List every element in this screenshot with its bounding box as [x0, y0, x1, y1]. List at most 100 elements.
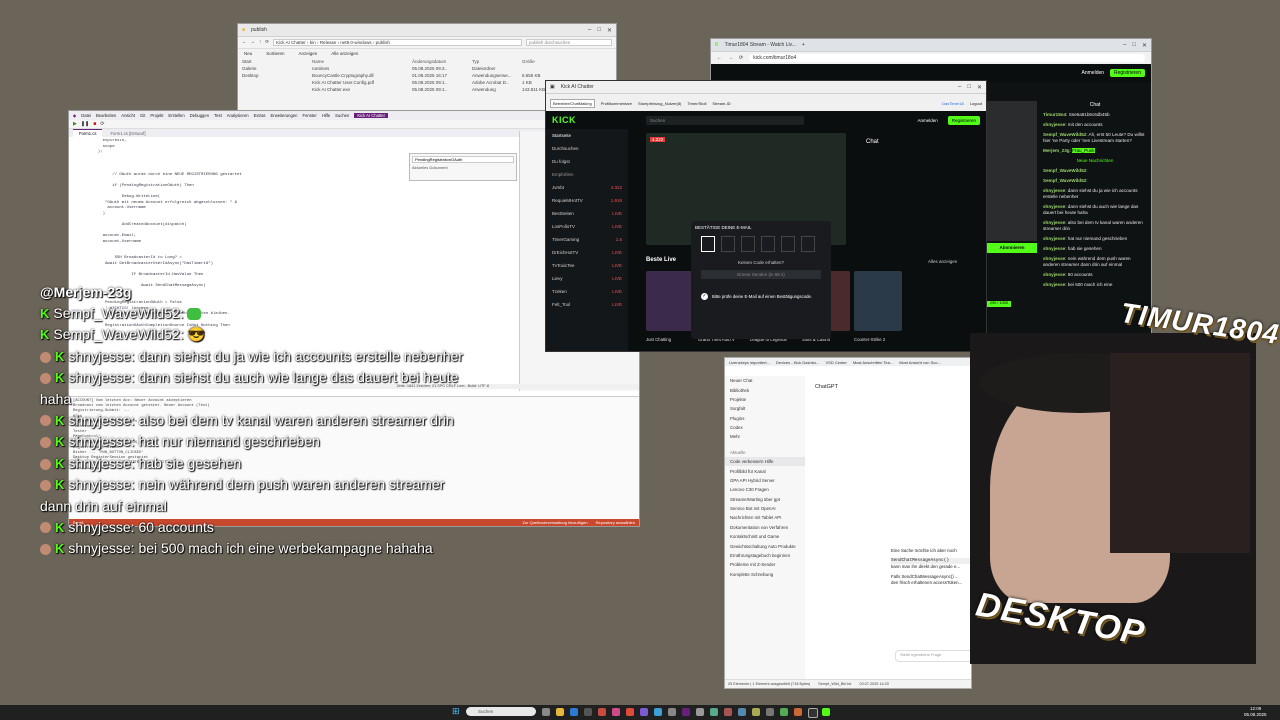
- history-item[interactable]: Ernährungstagebuch beginnen: [725, 551, 805, 560]
- follow-button[interactable]: Abonnieren: [987, 243, 1037, 253]
- history-item[interactable]: Profilbild für Kanal: [725, 466, 805, 475]
- add-source-control-button[interactable]: Zur Quellcodeverwaltung hinzufügen: [522, 520, 587, 525]
- up-icon[interactable]: ↑: [259, 39, 261, 46]
- breadcrumb-item[interactable]: net9.0-windows: [340, 40, 371, 45]
- tab-form1-cs[interactable]: Form1.cs: [73, 129, 103, 137]
- back-icon[interactable]: ←: [242, 39, 247, 46]
- nav-library[interactable]: Bibliothek: [725, 385, 805, 394]
- url-bar[interactable]: kick.com/timur18o4: [749, 54, 1145, 62]
- app-icon[interactable]: [696, 708, 704, 716]
- new-tab-icon[interactable]: +: [802, 42, 805, 48]
- menu-edit[interactable]: Bearbeiten: [96, 113, 116, 118]
- app-icon[interactable]: [780, 708, 788, 716]
- code-digit-input[interactable]: [781, 236, 795, 252]
- logout-button[interactable]: Logout: [970, 101, 982, 106]
- menu-analyze[interactable]: Analysieren: [227, 113, 249, 118]
- close-icon[interactable]: ✕: [1142, 42, 1147, 49]
- bookmark[interactable]: Lizenzkeys importiert...: [729, 360, 770, 365]
- reload-icon[interactable]: ⟳: [739, 55, 743, 61]
- bookmark[interactable]: VSD Center: [825, 360, 846, 365]
- nav-new-chat[interactable]: Neuer Chat: [725, 376, 805, 385]
- sidebar-item-desktop[interactable]: Desktop: [238, 72, 308, 79]
- channel-item[interactable]: BestSeiten LIVE: [546, 207, 628, 220]
- login-button[interactable]: Anmelden: [1082, 70, 1105, 76]
- menu-test[interactable]: Test: [214, 113, 222, 118]
- menu-window[interactable]: Fenster: [303, 113, 317, 118]
- nav-following[interactable]: Du folgst: [546, 155, 628, 168]
- nav-home[interactable]: Startseite: [546, 129, 628, 142]
- bookmark[interactable]: Devices - Kick Dashbo...: [776, 360, 820, 365]
- menu-project[interactable]: Projekt: [150, 113, 163, 118]
- select-repository-button[interactable]: Repository auswählen: [596, 520, 635, 525]
- file-row[interactable]: BouncyCastle.Cryptography.dll 01.08.2025 …: [308, 72, 616, 79]
- history-item[interactable]: Dokumentation von Verfahren: [725, 523, 805, 532]
- clock-time[interactable]: 12:09: [1250, 706, 1261, 711]
- view-button[interactable]: Anzeigen: [299, 51, 318, 56]
- app-icon[interactable]: [598, 708, 606, 716]
- app-icon[interactable]: [766, 708, 774, 716]
- forward-icon[interactable]: →: [728, 55, 733, 61]
- menu-debug[interactable]: Debuggen: [190, 113, 209, 118]
- taskbar-search-input[interactable]: Suchen: [466, 707, 536, 716]
- bookmark[interactable]: Most Anschriften Tea...: [853, 360, 893, 365]
- app-icon[interactable]: [752, 708, 760, 716]
- code-digit-input[interactable]: [741, 236, 755, 252]
- visual-studio-icon[interactable]: [682, 708, 690, 716]
- category-tile[interactable]: [646, 271, 694, 331]
- code-digit-input[interactable]: [701, 236, 715, 252]
- breadcrumb-item[interactable]: publish: [376, 40, 390, 45]
- kick-app-icon[interactable]: [822, 708, 830, 716]
- sidebar-item-gallery[interactable]: Galerie: [238, 65, 308, 72]
- app-icon[interactable]: [710, 708, 718, 716]
- explorer-search-input[interactable]: publish durchsuchen: [526, 39, 612, 46]
- tab-timer[interactable]: Timer/Stoll: [687, 101, 706, 106]
- code-digit-input[interactable]: [761, 236, 775, 252]
- channel-item[interactable]: DrEichHotTV LIVE: [546, 246, 628, 259]
- col-type[interactable]: Typ: [472, 59, 522, 64]
- menu-view[interactable]: Ansicht: [121, 113, 135, 118]
- close-icon[interactable]: ✕: [607, 27, 612, 34]
- obs-icon[interactable]: [808, 708, 818, 718]
- minimize-icon[interactable]: –: [958, 84, 961, 91]
- tab-form1-designer[interactable]: Form1.cs [Entwurf]: [104, 130, 151, 137]
- channel-item[interactable]: Jvmbt 4.322: [546, 181, 628, 194]
- tab-chatmaking[interactable]: Betreiber/ChatMaking: [550, 98, 595, 108]
- minimize-icon[interactable]: –: [1123, 42, 1126, 49]
- channel-item[interactable]: Lievy LIVE: [546, 272, 628, 285]
- nav-browse[interactable]: Durchsuchen: [546, 142, 628, 155]
- code-digit-input[interactable]: [801, 236, 815, 252]
- app-icon[interactable]: [724, 708, 732, 716]
- menu-help[interactable]: Hilfe: [322, 113, 330, 118]
- nav-projects[interactable]: Projekte: [725, 395, 805, 404]
- maximize-icon[interactable]: □: [597, 27, 601, 34]
- menu-tools[interactable]: Extras: [254, 113, 266, 118]
- stream-id-field[interactable]: Stream-ID: [712, 101, 730, 106]
- kick-register-button[interactable]: Registrieren: [947, 115, 980, 125]
- history-item[interactable]: Probleme mit Z-Sender: [725, 560, 805, 569]
- channel-item[interactable]: Tzeken LIVE: [546, 285, 628, 298]
- app-icon[interactable]: [654, 708, 662, 716]
- channel-item[interactable]: RequieMHotTV 1.916: [546, 194, 628, 207]
- col-date[interactable]: Änderungsdatum: [412, 59, 472, 64]
- resend-code-button[interactable]: Erneut Senden (in 58 s): [701, 270, 821, 279]
- refresh-icon[interactable]: ⟳: [265, 39, 269, 46]
- app-icon[interactable]: [794, 708, 802, 716]
- tab-profile-comments[interactable]: Profilkommentare: [601, 101, 632, 106]
- nav-sorgfalt[interactable]: Sorgfalt: [725, 404, 805, 413]
- app-icon[interactable]: [668, 708, 676, 716]
- history-item[interactable]: Lenovo C30 Fragen: [725, 485, 805, 494]
- menu-build[interactable]: Erstellen: [168, 113, 184, 118]
- store-icon[interactable]: [584, 708, 592, 716]
- file-explorer-icon[interactable]: [556, 708, 564, 716]
- restart-icon[interactable]: ⟳: [100, 121, 104, 127]
- vs-search[interactable]: Suchen: [335, 113, 349, 118]
- browser-tab[interactable]: Timur1804 Stream - Watch Liv...: [725, 42, 796, 48]
- file-row[interactable]: runtimes 05.08.2025 09:3.. Dateiordner: [308, 65, 616, 72]
- col-size[interactable]: Größe: [522, 59, 562, 64]
- model-selector[interactable]: ChatGPT: [815, 384, 838, 390]
- menu-git[interactable]: Git: [140, 113, 145, 118]
- category-tile[interactable]: [854, 271, 902, 331]
- history-item[interactable]: Gewichtsschaltung Auto Produkte: [725, 541, 805, 550]
- channel-item[interactable]: TvToxicTee LIVE: [546, 259, 628, 272]
- channel-item[interactable]: LosPolloTV LIVE: [546, 220, 628, 233]
